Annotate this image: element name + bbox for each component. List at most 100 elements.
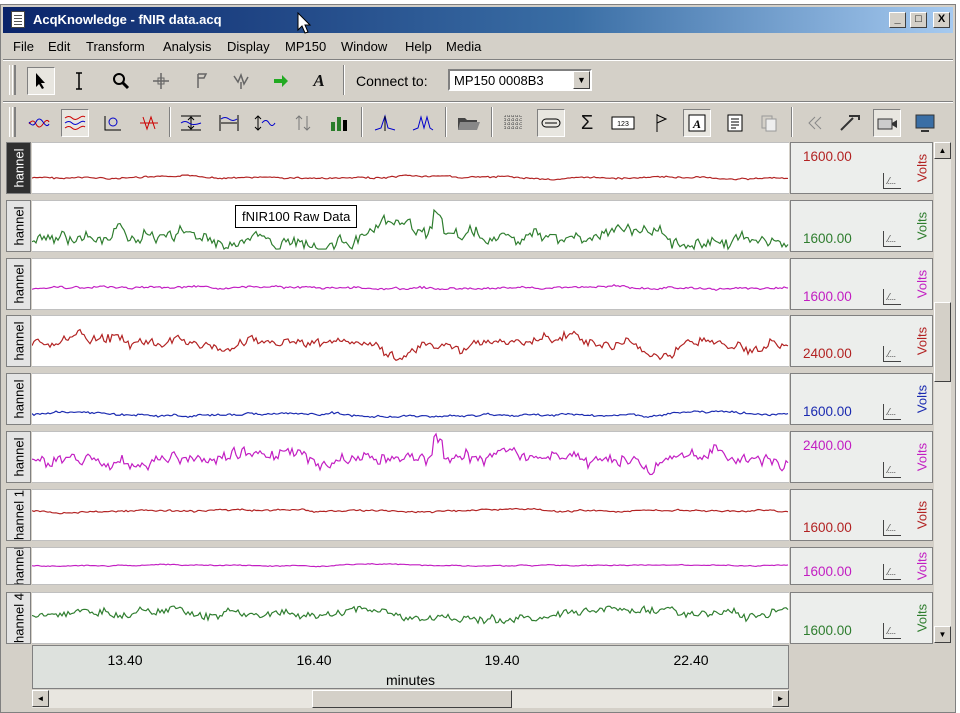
channel-scale-panel[interactable]: 1600.00 Volts: [790, 142, 933, 194]
scale-icon[interactable]: [537, 109, 565, 137]
channel-scale-panel[interactable]: 1600.00 Volts: [790, 547, 933, 585]
tools-icon[interactable]: [837, 109, 865, 137]
graph-settings-icon[interactable]: [883, 462, 901, 478]
channel-waveform-plot[interactable]: [32, 258, 789, 310]
flag-icon[interactable]: [189, 67, 217, 95]
graph-settings-icon[interactable]: [883, 231, 901, 247]
channel-unit[interactable]: Volts: [914, 374, 930, 424]
menu-transform[interactable]: Transform: [86, 39, 145, 54]
close-button[interactable]: X: [933, 12, 950, 28]
menu-display[interactable]: Display: [227, 39, 270, 54]
toolbar-grip[interactable]: [9, 65, 16, 95]
channel-waveform-plot[interactable]: [32, 431, 789, 483]
graph-settings-icon[interactable]: [883, 346, 901, 362]
channel-label[interactable]: hannel: [6, 373, 31, 425]
channel-label[interactable]: hannel: [6, 431, 31, 483]
waveform-stack-icon[interactable]: [61, 109, 89, 137]
channel-scale-panel[interactable]: 1600.00 Volts: [790, 258, 933, 310]
channel-waveform-plot[interactable]: [32, 373, 789, 425]
channel-label[interactable]: hannel 1: [6, 489, 31, 541]
maximize-button[interactable]: □: [910, 12, 927, 28]
zoom-icon[interactable]: [107, 67, 135, 95]
waveform-overlap-icon[interactable]: [25, 109, 53, 137]
channel-waveform-plot[interactable]: [32, 315, 789, 367]
channel-label[interactable]: hannel: [6, 142, 31, 194]
channel-unit[interactable]: Volts: [914, 259, 930, 309]
graph-settings-icon[interactable]: [883, 520, 901, 536]
channel-waveform-plot[interactable]: [32, 489, 789, 541]
channel-label[interactable]: hannel 4: [6, 592, 31, 644]
camera-icon[interactable]: [873, 109, 901, 137]
channel-waveform-plot[interactable]: [32, 142, 789, 194]
channel-label[interactable]: hannel: [6, 315, 31, 367]
toolbar-grip[interactable]: [9, 107, 16, 137]
graph-settings-icon[interactable]: [883, 623, 901, 639]
horizontal-scrollbar[interactable]: ◄ ►: [32, 690, 789, 708]
rewind-icon[interactable]: [801, 109, 829, 137]
peak-detect-icon[interactable]: [371, 109, 399, 137]
menu-media[interactable]: Media: [446, 39, 481, 54]
scroll-left-button[interactable]: ◄: [32, 690, 49, 707]
scroll-right-button[interactable]: ►: [772, 690, 789, 707]
channel-unit[interactable]: Volts: [914, 432, 930, 482]
peak-detect-2-icon[interactable]: [409, 109, 437, 137]
channel-label[interactable]: hannel: [6, 547, 31, 585]
vertical-scroll-thumb[interactable]: [934, 302, 951, 382]
font-icon[interactable]: A: [305, 67, 333, 95]
overlap-icon[interactable]: [289, 109, 317, 137]
channel-scale-panel[interactable]: 2400.00 Volts: [790, 315, 933, 367]
channel-unit[interactable]: Volts: [914, 201, 930, 251]
crosshair-icon[interactable]: [147, 67, 175, 95]
open-folder-icon[interactable]: [455, 109, 483, 137]
channel-scale-panel[interactable]: 1600.00 Volts: [790, 373, 933, 425]
graph-settings-icon[interactable]: [883, 173, 901, 189]
graph-settings-icon[interactable]: [883, 564, 901, 580]
horizontal-scroll-thumb[interactable]: [312, 690, 512, 708]
menu-analysis[interactable]: Analysis: [163, 39, 211, 54]
menu-help[interactable]: Help: [405, 39, 432, 54]
channel-unit[interactable]: Volts: [914, 143, 930, 193]
menu-edit[interactable]: Edit: [48, 39, 70, 54]
menu-window[interactable]: Window: [341, 39, 387, 54]
journal-icon[interactable]: [721, 109, 749, 137]
grid-icon[interactable]: [499, 109, 527, 137]
autoscale-vertical-icon[interactable]: [177, 109, 205, 137]
channel-scale-panel[interactable]: 1600.00 Volts: [790, 489, 933, 541]
xy-plot-icon[interactable]: [99, 109, 127, 137]
adjust-baseline-icon[interactable]: [251, 109, 279, 137]
green-arrow-icon[interactable]: [267, 67, 295, 95]
channel-unit[interactable]: Volts: [914, 548, 930, 584]
histogram-icon[interactable]: [135, 109, 163, 137]
channel-waveform-plot[interactable]: [32, 592, 789, 644]
monitor-icon[interactable]: [911, 109, 939, 137]
channel-unit[interactable]: Volts: [914, 593, 930, 643]
autoscale-horizontal-icon[interactable]: [215, 109, 243, 137]
graph-settings-icon[interactable]: [883, 404, 901, 420]
grid-bars-icon[interactable]: [325, 109, 353, 137]
menu-mp150[interactable]: MP150: [285, 39, 326, 54]
arrow-pointer-icon[interactable]: [27, 67, 55, 95]
copy-icon[interactable]: [755, 109, 783, 137]
i-beam-icon[interactable]: [65, 67, 93, 95]
annotation-icon[interactable]: A: [683, 109, 711, 137]
scroll-up-button[interactable]: ▲: [934, 142, 951, 159]
channel-unit[interactable]: Volts: [914, 490, 930, 540]
measurement-icon[interactable]: 123: [609, 109, 637, 137]
graph-settings-icon[interactable]: [883, 289, 901, 305]
menu-file[interactable]: File: [13, 39, 34, 54]
channel-unit[interactable]: Volts: [914, 316, 930, 366]
marker-flag-icon[interactable]: [647, 109, 675, 137]
connect-dropdown[interactable]: MP150 0008B3 ▼: [448, 69, 592, 91]
channel-label[interactable]: hannel: [6, 200, 31, 252]
minimize-button[interactable]: _: [889, 12, 906, 28]
channel-label[interactable]: hannel: [6, 258, 31, 310]
channel-scale-panel[interactable]: 2400.00 Volts: [790, 431, 933, 483]
channel-waveform-plot[interactable]: [32, 200, 789, 252]
channel-scale-panel[interactable]: 1600.00 Volts: [790, 592, 933, 644]
waveform-tool-icon[interactable]: [227, 67, 255, 95]
vertical-scrollbar[interactable]: ▲ ▼: [934, 142, 951, 643]
chevron-down-icon[interactable]: ▼: [573, 71, 590, 89]
channel-waveform-plot[interactable]: [32, 547, 789, 585]
scroll-down-button[interactable]: ▼: [934, 626, 951, 643]
sigma-icon[interactable]: Σ: [573, 109, 601, 137]
